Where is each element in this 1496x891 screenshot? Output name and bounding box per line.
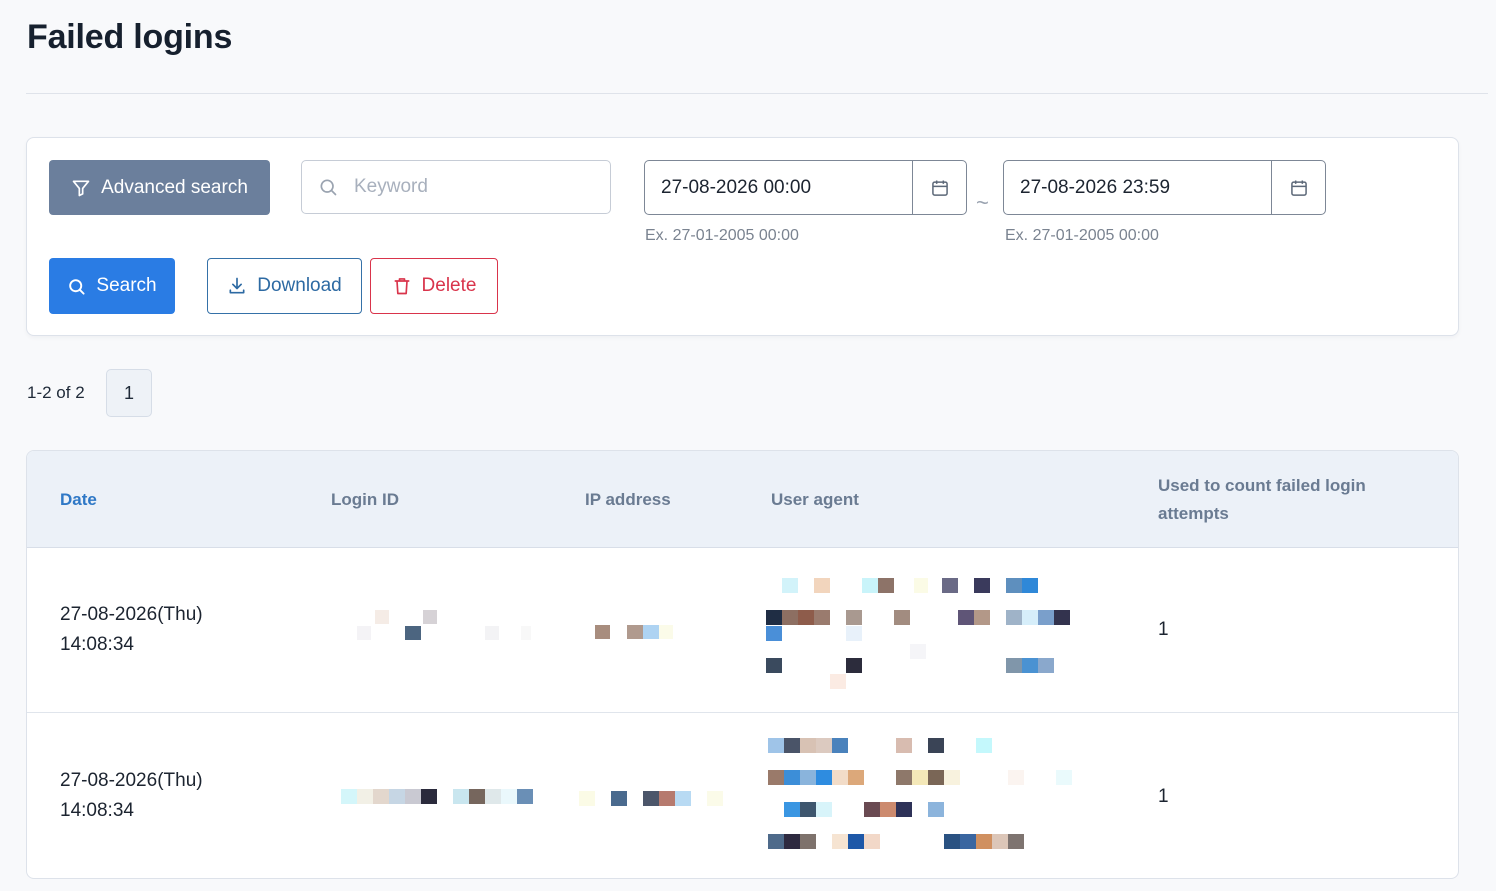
calendar-icon: [931, 180, 948, 196]
date-cell: 27-08-2026(Thu) 14:08:34: [60, 766, 203, 826]
date-from-value[interactable]: 27-08-2026 00:00: [645, 177, 912, 199]
column-header-user-agent: User agent: [771, 490, 859, 509]
search-button-label: Search: [96, 275, 157, 296]
download-button[interactable]: Download: [207, 258, 362, 314]
user-agent-redacted: [768, 738, 1078, 858]
date-to-calendar-button[interactable]: [1271, 161, 1325, 214]
date-value: 27-08-2026(Thu): [60, 604, 203, 625]
page-title: Failed logins: [27, 18, 233, 56]
trash-icon: [394, 278, 410, 295]
column-header-login-id: Login ID: [331, 490, 399, 509]
failed-logins-table: Date Login ID IP address User agent Used…: [26, 450, 1459, 879]
table-row: 27-08-2026(Thu) 14:08:34 1: [27, 713, 1458, 878]
date-from-hint: Ex. 27-01-2005 00:00: [645, 227, 799, 244]
delete-button[interactable]: Delete: [370, 258, 498, 314]
column-header-failed-count: Used to count failed login attempts: [1158, 476, 1366, 523]
login-id-redacted: [357, 610, 537, 646]
date-to-hint: Ex. 27-01-2005 00:00: [1005, 227, 1159, 244]
keyword-input[interactable]: [354, 176, 594, 198]
download-icon: [229, 277, 245, 294]
table-row: 27-08-2026(Thu) 14:08:34 1: [27, 548, 1458, 713]
page-button-current[interactable]: 1: [106, 369, 152, 417]
keyword-search-field[interactable]: [301, 160, 611, 214]
time-value: 14:08:34: [60, 634, 134, 655]
date-from-field[interactable]: 27-08-2026 00:00: [644, 160, 967, 215]
search-icon: [320, 179, 337, 196]
date-from-calendar-button[interactable]: [912, 161, 966, 214]
user-agent-redacted: [766, 578, 1076, 694]
date-cell: 27-08-2026(Thu) 14:08:34: [60, 600, 203, 660]
time-value: 14:08:34: [60, 800, 134, 821]
search-button[interactable]: Search: [49, 258, 175, 314]
date-value: 27-08-2026(Thu): [60, 770, 203, 791]
calendar-icon: [1290, 180, 1307, 196]
filter-panel: Advanced search 27-08-2026 00:00 ~ 27-08…: [26, 137, 1459, 336]
column-header-ip-address: IP address: [585, 490, 671, 509]
advanced-search-label: Advanced search: [101, 176, 248, 198]
pagination-summary: 1-2 of 2: [27, 383, 85, 402]
delete-button-label: Delete: [421, 275, 477, 296]
ip-address-redacted: [595, 625, 685, 641]
date-to-field[interactable]: 27-08-2026 23:59: [1003, 160, 1326, 215]
ip-address-redacted: [579, 791, 729, 807]
date-to-value[interactable]: 27-08-2026 23:59: [1004, 177, 1271, 199]
failed-count-cell: 1: [1158, 786, 1169, 807]
advanced-search-button[interactable]: Advanced search: [49, 160, 270, 215]
date-range-separator: ~: [976, 190, 989, 215]
column-header-date[interactable]: Date: [60, 486, 97, 514]
download-button-label: Download: [257, 275, 342, 296]
title-divider: [26, 93, 1488, 94]
search-icon: [69, 278, 85, 295]
login-id-redacted: [341, 789, 541, 805]
failed-count-cell: 1: [1158, 619, 1169, 640]
table-header: Date Login ID IP address User agent Used…: [27, 451, 1458, 548]
filter-icon: [72, 180, 90, 196]
